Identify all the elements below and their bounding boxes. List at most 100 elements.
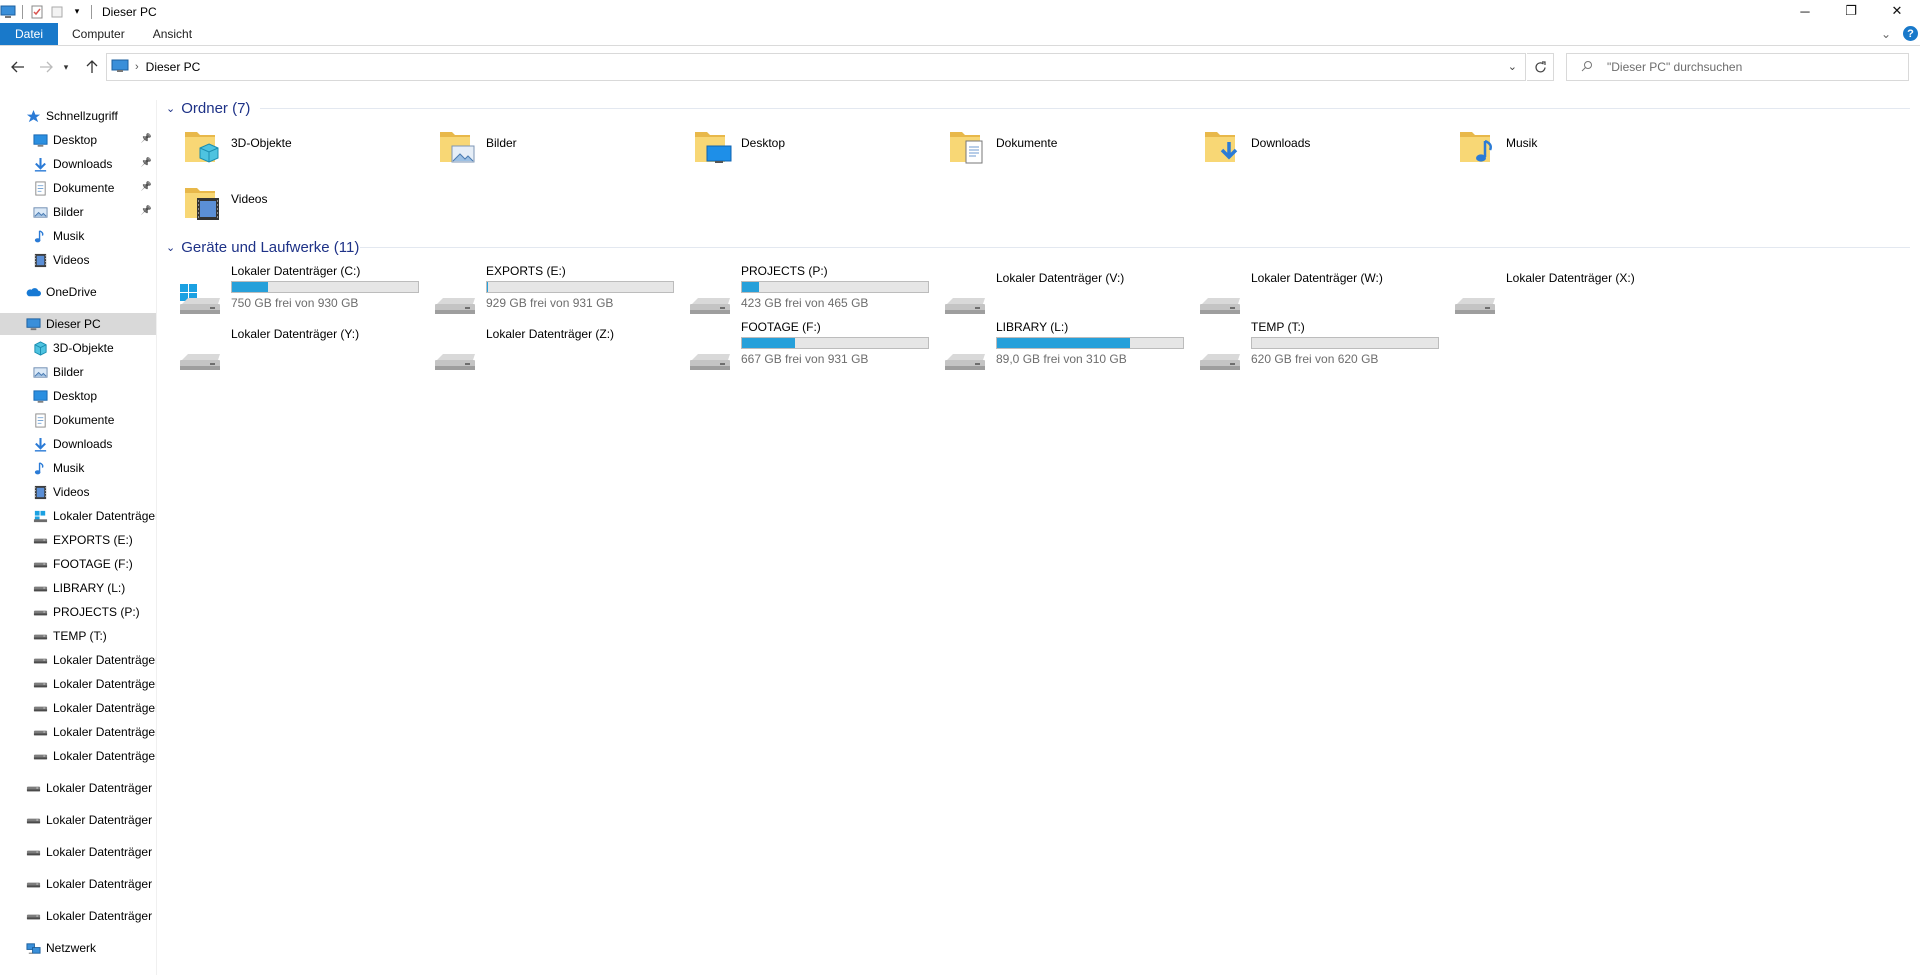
drive-tile[interactable]: TEMP (T:) 620 GB frei von 620 GB	[1180, 320, 1439, 376]
folder-tile-bilder[interactable]: Bilder	[415, 126, 665, 178]
sidebar-item-this-pc[interactable]: Dieser PC	[0, 313, 156, 335]
sidebar-item-pc-10[interactable]: LIBRARY (L:)	[0, 577, 156, 599]
sidebar-item-quick-bilder[interactable]: Bilder 📌	[0, 201, 156, 223]
sidebar-item-label: Lokaler Datenträger	[53, 725, 157, 739]
drive-tile[interactable]: Lokaler Datenträger (X:)	[1435, 264, 1685, 320]
sidebar-item-pc-17[interactable]: Lokaler Datenträger	[0, 745, 156, 767]
minimize-button[interactable]: ─	[1782, 0, 1828, 22]
sidebar-item-quick-access[interactable]: Schnellzugriff	[0, 105, 156, 127]
sidebar-item-drive-4[interactable]: Lokaler Datenträger (	[0, 905, 156, 927]
this-pc-window-icon	[0, 4, 16, 20]
sidebar-item-drive-0[interactable]: Lokaler Datenträger (	[0, 777, 156, 799]
search-icon	[1581, 60, 1593, 75]
drive-tile[interactable]: Lokaler Datenträger (Y:)	[160, 320, 410, 376]
search-input[interactable]	[1607, 60, 1907, 74]
drive-tile[interactable]: Lokaler Datenträger (C:) 750 GB frei von …	[160, 264, 419, 320]
folder-tile-dokumente[interactable]: Dokumente	[925, 126, 1175, 178]
drive-tile[interactable]: LIBRARY (L:) 89,0 GB frei von 310 GB	[925, 320, 1184, 376]
tab-computer[interactable]: Computer	[58, 23, 139, 45]
drive-tile[interactable]: FOOTAGE (F:) 667 GB frei von 931 GB	[670, 320, 929, 376]
sidebar-item-drive-1[interactable]: Lokaler Datenträger (	[0, 809, 156, 831]
properties-icon[interactable]	[29, 4, 45, 20]
drive-icon	[688, 282, 734, 321]
drive-tile[interactable]: EXPORTS (E:) 929 GB frei von 931 GB	[415, 264, 674, 320]
sidebar-item-pc-1[interactable]: Bilder	[0, 361, 156, 383]
sidebar-item-pc-2[interactable]: Desktop	[0, 385, 156, 407]
sidebar-item-drive-3[interactable]: Lokaler Datenträger (	[0, 873, 156, 895]
sidebar-item-label: Lokaler Datenträger	[53, 677, 157, 691]
sidebar-item-pc-13[interactable]: Lokaler Datenträger	[0, 649, 156, 671]
folder-tile-downloads[interactable]: Downloads	[1180, 126, 1430, 178]
expand-ribbon-chevron-icon[interactable]: ⌄	[1881, 27, 1891, 41]
sidebar-item-network[interactable]: Netzwerk	[0, 937, 156, 959]
help-icon[interactable]: ?	[1903, 26, 1918, 41]
sidebar-item-label: LIBRARY (L:)	[53, 581, 126, 595]
drive-icon	[178, 338, 224, 377]
window-title: Dieser PC	[102, 4, 157, 19]
sidebar-item-pc-0[interactable]: 3D-Objekte	[0, 337, 156, 359]
drive-icon	[32, 532, 48, 548]
downloads-icon	[32, 436, 48, 452]
sidebar-item-quick-dokumente[interactable]: Dokumente 📌	[0, 177, 156, 199]
recent-locations-chevron-icon[interactable]: ▾	[60, 57, 72, 77]
folder-label: Bilder	[486, 136, 517, 150]
title-bar: ▾ Dieser PC ─ ❐ ✕	[0, 0, 1920, 23]
collapse-chevron-icon[interactable]: ⌄	[166, 241, 175, 254]
quick-access-toolbar: ▾ Dieser PC	[0, 0, 157, 23]
sidebar-item-label: Downloads	[53, 157, 113, 171]
drive-tile[interactable]: Lokaler Datenträger (Z:)	[415, 320, 665, 376]
sidebar-item-quick-musik[interactable]: Musik	[0, 225, 156, 247]
drive-name: TEMP (T:)	[1251, 320, 1305, 334]
drives-group-header[interactable]: ⌄ Geräte und Laufwerke (11)	[166, 237, 359, 257]
folder-tile-3d-objekte[interactable]: 3D-Objekte	[160, 126, 410, 178]
drive-tile[interactable]: Lokaler Datenträger (V:)	[925, 264, 1175, 320]
folder-tile-desktop[interactable]: Desktop	[670, 126, 920, 178]
address-history-chevron-icon[interactable]: ⌄	[1508, 60, 1517, 73]
sidebar-item-pc-14[interactable]: Lokaler Datenträger	[0, 673, 157, 695]
sidebar-item-pc-9[interactable]: FOOTAGE (F:)	[0, 553, 156, 575]
up-arrow-icon[interactable]	[82, 57, 102, 77]
sidebar-item-pc-5[interactable]: Musik	[0, 457, 156, 479]
breadcrumb-separator-icon[interactable]: ›	[135, 61, 139, 73]
sidebar-item-pc-11[interactable]: PROJECTS (P:)	[0, 601, 156, 623]
folder-tile-musik[interactable]: Musik	[1435, 126, 1685, 178]
drive-tile[interactable]: Lokaler Datenträger (W:)	[1180, 264, 1430, 320]
refresh-button[interactable]	[1527, 53, 1554, 81]
search-box[interactable]	[1566, 53, 1909, 81]
sidebar-item-pc-16[interactable]: Lokaler Datenträger	[0, 721, 157, 743]
tab-view[interactable]: Ansicht	[139, 23, 206, 45]
back-arrow-icon[interactable]	[8, 57, 28, 77]
ribbon-tabs: Datei Computer Ansicht ⌄ ?	[0, 23, 1920, 46]
sidebar-item-pc-4[interactable]: Downloads	[0, 433, 156, 455]
sidebar-item-label: 3D-Objekte	[53, 341, 114, 355]
sidebar-item-quick-desktop[interactable]: Desktop 📌	[0, 129, 156, 151]
drive-tile[interactable]: PROJECTS (P:) 423 GB frei von 465 GB	[670, 264, 929, 321]
close-button[interactable]: ✕	[1874, 0, 1920, 22]
drive-usage-bar	[486, 281, 674, 293]
sidebar-item-onedrive[interactable]: OneDrive	[0, 281, 156, 303]
sidebar-item-pc-3[interactable]: Dokumente	[0, 409, 156, 431]
folders-group-header[interactable]: ⌄ Ordner (7)	[166, 98, 250, 118]
folder-tile-videos[interactable]: Videos	[160, 182, 410, 234]
maximize-button[interactable]: ❐	[1828, 0, 1874, 22]
sidebar-item-pc-8[interactable]: EXPORTS (E:)	[0, 529, 156, 551]
sidebar-item-pc-15[interactable]: Lokaler Datenträger	[0, 697, 156, 719]
drive-free-space: 620 GB frei von 620 GB	[1251, 352, 1379, 366]
address-bar[interactable]: › Dieser PC ⌄	[106, 53, 1526, 81]
sidebar-item-quick-downloads[interactable]: Downloads 📌	[0, 153, 156, 175]
forward-arrow-icon[interactable]	[36, 57, 56, 77]
collapse-chevron-icon[interactable]: ⌄	[166, 102, 175, 115]
sidebar-item-pc-12[interactable]: TEMP (T:)	[0, 625, 156, 647]
drive-icon	[32, 700, 48, 716]
sidebar-item-label: Netzwerk	[46, 941, 97, 955]
customize-toolbar-chevron-icon[interactable]: ▾	[69, 4, 85, 20]
tab-file[interactable]: Datei	[0, 23, 59, 45]
folder-label: Musik	[1506, 136, 1538, 150]
pictures-icon	[32, 204, 48, 220]
sidebar-item-drive-2[interactable]: Lokaler Datenträger (	[0, 841, 156, 863]
sidebar-item-pc-7[interactable]: Lokaler Datenträger	[0, 505, 156, 527]
sidebar-item-pc-6[interactable]: Videos	[0, 481, 156, 503]
breadcrumb-this-pc[interactable]: Dieser PC	[146, 60, 201, 74]
sidebar-item-quick-videos[interactable]: Videos	[0, 249, 156, 271]
new-folder-icon[interactable]	[49, 4, 65, 20]
